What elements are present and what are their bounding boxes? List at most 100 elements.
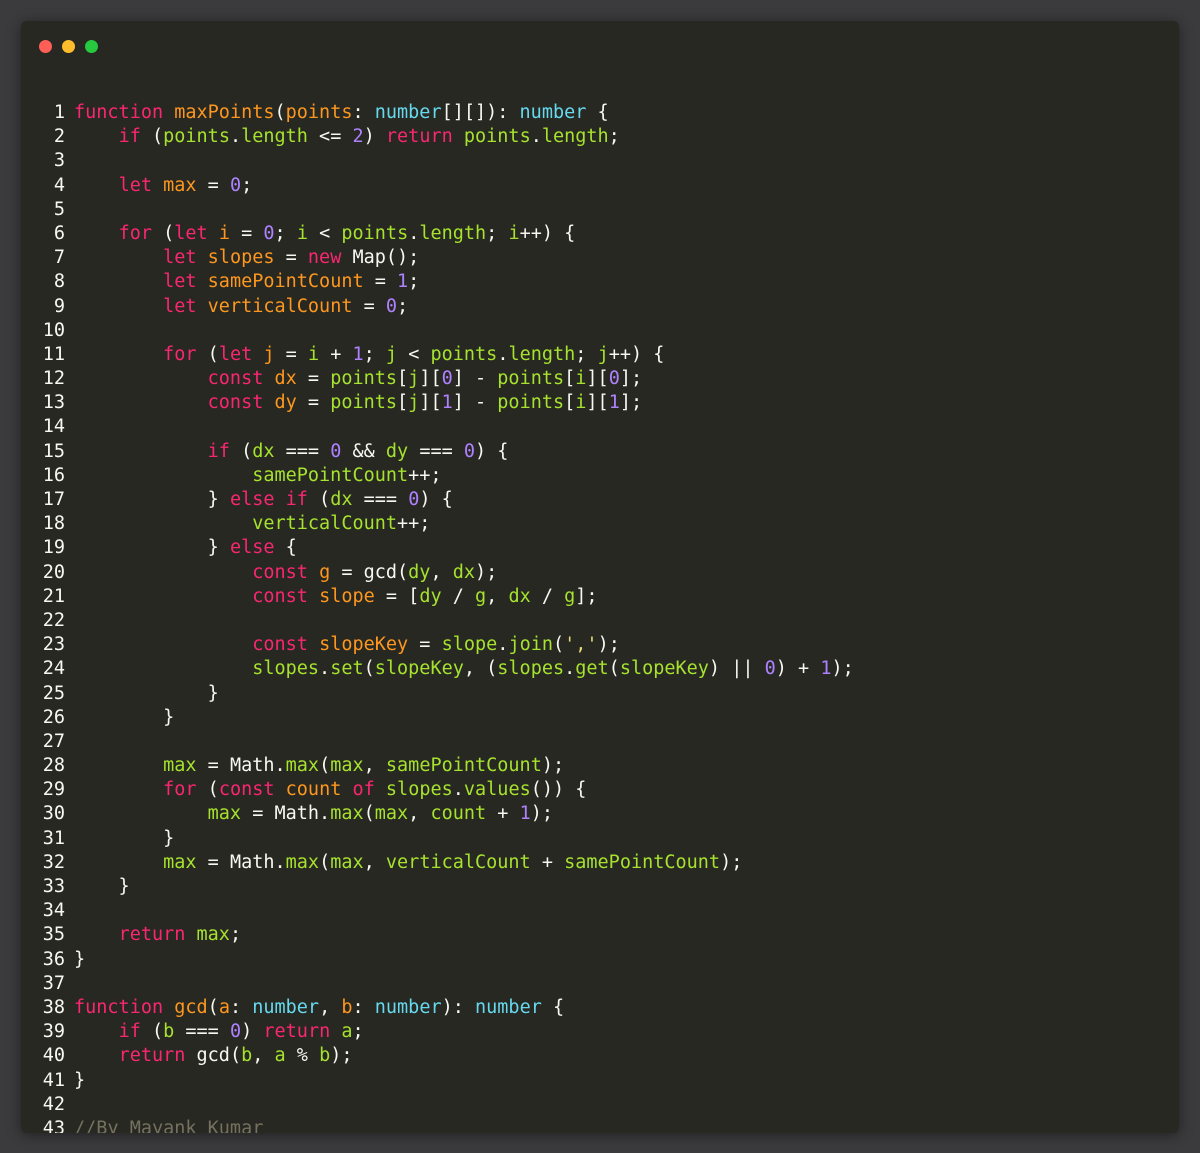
code-token: dy	[419, 585, 442, 607]
line-number: 19	[42, 537, 65, 559]
code-token: ;	[575, 343, 598, 365]
code-line: 37	[21, 972, 1179, 996]
code-token: 1	[441, 392, 453, 414]
code-text: }	[74, 1069, 85, 1093]
code-token: dx	[274, 368, 297, 390]
code-token: &&	[341, 440, 386, 462]
code-token: );	[330, 1045, 353, 1067]
code-token: length	[541, 126, 609, 148]
line-number: 28	[42, 755, 65, 777]
code-token: g	[564, 585, 576, 607]
code-text: //By Mayank Kumar	[74, 1117, 263, 1133]
code-token: points	[330, 392, 398, 414]
code-token: if	[118, 126, 141, 148]
code-window: 1 function maxPoints(points: number[][]):…	[21, 21, 1179, 1133]
code-token: if	[207, 440, 230, 462]
code-token: =	[229, 222, 264, 244]
code-token: const	[252, 634, 308, 656]
code-text: const dy = points[j][1] - points[i][1];	[74, 391, 642, 415]
code-token: ===	[174, 1021, 230, 1043]
code-token: ++) {	[608, 343, 665, 365]
code-token: );	[597, 634, 620, 656]
code-token: 0	[441, 368, 453, 390]
code-token: samePointCount	[252, 464, 409, 486]
code-token: .	[564, 658, 576, 680]
code-text: function gcd(a: number, b: number): numb…	[74, 996, 564, 1020]
code-token: }	[74, 827, 175, 849]
code-token: slope	[441, 634, 498, 656]
code-text: function maxPoints(points: number[][]): …	[74, 101, 609, 125]
code-token: number	[374, 102, 442, 123]
line-number: 35	[42, 924, 65, 946]
code-token: }	[74, 682, 219, 704]
code-token: (	[307, 489, 331, 510]
code-token: number	[519, 102, 587, 123]
code-token: dx	[252, 440, 275, 462]
code-token: count	[285, 779, 342, 801]
code-token: max	[330, 803, 364, 825]
line-number: 42	[42, 1093, 65, 1115]
code-token: 0	[408, 489, 420, 510]
line-number: 29	[42, 779, 65, 801]
code-token: ;	[241, 174, 253, 196]
code-token: const	[252, 561, 308, 583]
code-token: let	[163, 247, 197, 269]
code-token: max	[163, 174, 197, 196]
code-token: /	[530, 585, 565, 607]
code-token: let	[218, 343, 253, 365]
line-number: 36	[42, 948, 65, 970]
code-token: dx	[330, 489, 353, 510]
code-token: const	[218, 779, 275, 801]
code-line: 11 for (let j = i + 1; j < points.length…	[21, 343, 1179, 367]
code-token: maxPoints	[174, 102, 275, 123]
code-token: (	[151, 222, 175, 244]
code-token: =	[363, 271, 398, 293]
code-token: [	[564, 368, 576, 390]
code-token: i	[508, 222, 520, 244]
line-number: 9	[53, 295, 65, 317]
code-token: =	[296, 368, 331, 390]
code-token: slopes	[385, 779, 453, 801]
code-text: if (b === 0) return a;	[74, 1020, 364, 1044]
code-token: number	[374, 996, 442, 1018]
line-number: 2	[53, 126, 65, 148]
line-number: 13	[42, 392, 65, 414]
code-token: max	[196, 924, 230, 946]
code-token: slopes	[497, 658, 565, 680]
minimize-dot-icon[interactable]	[62, 40, 75, 53]
zoom-dot-icon[interactable]	[85, 40, 98, 53]
code-token: ) ||	[708, 658, 765, 680]
code-token: samePointCount	[564, 851, 721, 873]
code-token: length	[508, 343, 576, 365]
code-token: ,	[408, 803, 431, 825]
code-token: ][	[419, 368, 442, 390]
code-text: if (dx === 0 && dy === 0) {	[74, 440, 509, 464]
close-dot-icon[interactable]	[39, 40, 52, 53]
line-number: 25	[42, 682, 65, 704]
code-line: 29 for (const count of slopes.values()) …	[21, 778, 1179, 802]
code-text: for (const count of slopes.values()) {	[74, 778, 586, 802]
code-text: }	[74, 706, 174, 730]
code-token: 0	[608, 368, 620, 390]
code-token: count	[430, 803, 487, 825]
code-token: points	[430, 343, 498, 365]
code-line: 4 let max = 0;	[21, 174, 1179, 198]
code-token: of	[352, 779, 375, 801]
code-token: 2	[352, 126, 364, 148]
code-token: ][	[419, 392, 442, 414]
code-token: 0	[385, 295, 398, 317]
code-token: ,	[363, 755, 386, 777]
